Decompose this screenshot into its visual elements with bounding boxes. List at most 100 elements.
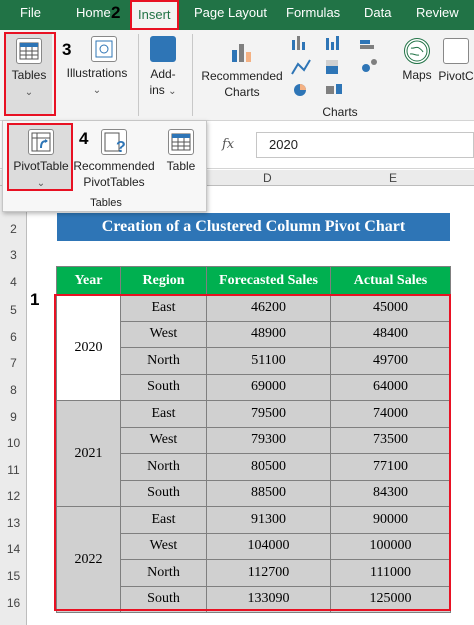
year-cell[interactable]: 2021 (56, 400, 121, 507)
region-cell[interactable]: South (120, 585, 207, 613)
tab-review[interactable]: Review (416, 0, 459, 30)
forecast-cell[interactable]: 69000 (206, 373, 331, 401)
actual-cell[interactable]: 125000 (330, 585, 451, 613)
forecast-cell[interactable]: 112700 (206, 559, 331, 587)
row-header[interactable]: 10 (0, 436, 27, 450)
recommended-pivottables-label-2: PivotTables (83, 175, 145, 189)
actual-cell[interactable]: 64000 (330, 373, 451, 401)
recommended-pivottables-label-1: Recommended (73, 159, 155, 173)
illustrations-button[interactable]: Illustrations ⌄ (62, 34, 132, 99)
actual-cell[interactable]: 45000 (330, 294, 451, 322)
row-header[interactable]: 9 (0, 410, 27, 424)
pivotchart-button[interactable]: PivotC (438, 34, 474, 84)
row-header[interactable]: 15 (0, 569, 27, 583)
row-header[interactable]: 11 (0, 463, 27, 477)
row-header[interactable]: 2 (0, 222, 27, 236)
recommended-pivottables-button[interactable]: ? Recommended PivotTables (71, 125, 157, 190)
forecast-cell[interactable]: 79300 (206, 426, 331, 454)
region-cell[interactable]: South (120, 479, 207, 507)
row-header[interactable]: 3 (0, 248, 27, 262)
addins-button[interactable]: Add- ins ⌄ (142, 34, 184, 100)
actual-cell[interactable]: 111000 (330, 559, 451, 587)
tab-insert[interactable]: Insert (130, 0, 179, 30)
year-cell[interactable]: 2020 (56, 294, 121, 401)
actual-cell[interactable]: 84300 (330, 479, 451, 507)
region-cell[interactable]: West (120, 426, 207, 454)
formula-input[interactable]: 2020 (256, 132, 474, 158)
forecast-cell[interactable]: 51100 (206, 347, 331, 375)
actual-cell[interactable]: 90000 (330, 506, 451, 534)
addins-label-2: ins (149, 83, 165, 97)
header-region[interactable]: Region (120, 266, 207, 295)
row-header[interactable]: 8 (0, 383, 27, 397)
tables-group-label: Tables (90, 197, 122, 209)
chart-type-gallery[interactable] (288, 34, 394, 98)
row-header[interactable]: 16 (0, 596, 27, 610)
header-year[interactable]: Year (56, 266, 121, 295)
column-header-e[interactable]: E (389, 171, 397, 185)
forecast-cell[interactable]: 48900 (206, 320, 331, 348)
column-header-d[interactable]: D (263, 171, 272, 185)
pivotchart-icon (443, 38, 469, 64)
row-header[interactable]: 6 (0, 330, 27, 344)
region-cell[interactable]: West (120, 320, 207, 348)
step-marker-1: 1 (30, 290, 40, 309)
recommended-pivottables-icon: ? (101, 129, 127, 156)
step-marker-2: 2 (111, 3, 121, 22)
recommended-charts-icon (229, 38, 255, 64)
header-actual-sales[interactable]: Actual Sales (330, 266, 451, 295)
sheet-title[interactable]: Creation of a Clustered Column Pivot Cha… (57, 213, 450, 241)
region-cell[interactable]: North (120, 453, 207, 481)
recommended-charts-button[interactable]: Recommended Charts (198, 34, 286, 100)
region-cell[interactable]: South (120, 373, 207, 401)
region-cell[interactable]: West (120, 532, 207, 560)
forecast-cell[interactable]: 80500 (206, 453, 331, 481)
tab-home[interactable]: Home (76, 0, 111, 30)
forecast-cell[interactable]: 88500 (206, 479, 331, 507)
table-row: 2020 East 46200 45000 (56, 294, 451, 401)
actual-cell[interactable]: 100000 (330, 532, 451, 560)
maps-button[interactable]: Maps (398, 34, 436, 83)
ribbon-divider (138, 34, 139, 116)
actual-cell[interactable]: 49700 (330, 347, 451, 375)
region-cell[interactable]: North (120, 347, 207, 375)
table-header-row: Year Region Forecasted Sales Actual Sale… (56, 266, 451, 295)
table-label: Table (166, 159, 196, 173)
maps-label: Maps (402, 68, 432, 82)
forecast-cell[interactable]: 133090 (206, 585, 331, 613)
row-header[interactable]: 13 (0, 516, 27, 530)
actual-cell[interactable]: 73500 (330, 426, 451, 454)
chart-types-icon (291, 36, 377, 96)
region-cell[interactable]: East (120, 294, 207, 322)
region-cell[interactable]: North (120, 559, 207, 587)
region-cell[interactable]: East (120, 506, 207, 534)
ribbon-tab-bar: File Home Insert Page Layout Formulas Da… (0, 0, 474, 30)
row-header[interactable]: 5 (0, 303, 27, 317)
chevron-down-icon: ⌄ (168, 86, 177, 97)
forecast-cell[interactable]: 79500 (206, 400, 331, 428)
actual-cell[interactable]: 74000 (330, 400, 451, 428)
actual-cell[interactable]: 77100 (330, 453, 451, 481)
row-header[interactable]: 12 (0, 489, 27, 503)
tab-file[interactable]: File (20, 0, 41, 30)
addins-label-1: Add- (150, 67, 176, 81)
tab-data[interactable]: Data (364, 0, 391, 30)
header-forecasted-sales[interactable]: Forecasted Sales (206, 266, 331, 295)
row-header[interactable]: 14 (0, 542, 27, 556)
ribbon-insert: Tables ⌄ 3 Illustrations ⌄ Add- ins ⌄ Re… (0, 30, 474, 121)
region-cell[interactable]: East (120, 400, 207, 428)
year-cell[interactable]: 2022 (56, 506, 121, 613)
forecast-cell[interactable]: 91300 (206, 506, 331, 534)
highlight-tables (4, 32, 56, 116)
function-icon[interactable]: fx (222, 137, 234, 152)
forecast-cell[interactable]: 46200 (206, 294, 331, 322)
row-header[interactable]: 4 (0, 275, 27, 289)
pivotchart-label: PivotC (438, 69, 474, 83)
charts-group-label: Charts (322, 105, 358, 119)
tab-page-layout[interactable]: Page Layout (194, 0, 267, 30)
row-header[interactable]: 7 (0, 356, 27, 370)
table-button[interactable]: Table (159, 125, 203, 174)
tab-formulas[interactable]: Formulas (286, 0, 340, 30)
actual-cell[interactable]: 48400 (330, 320, 451, 348)
forecast-cell[interactable]: 104000 (206, 532, 331, 560)
